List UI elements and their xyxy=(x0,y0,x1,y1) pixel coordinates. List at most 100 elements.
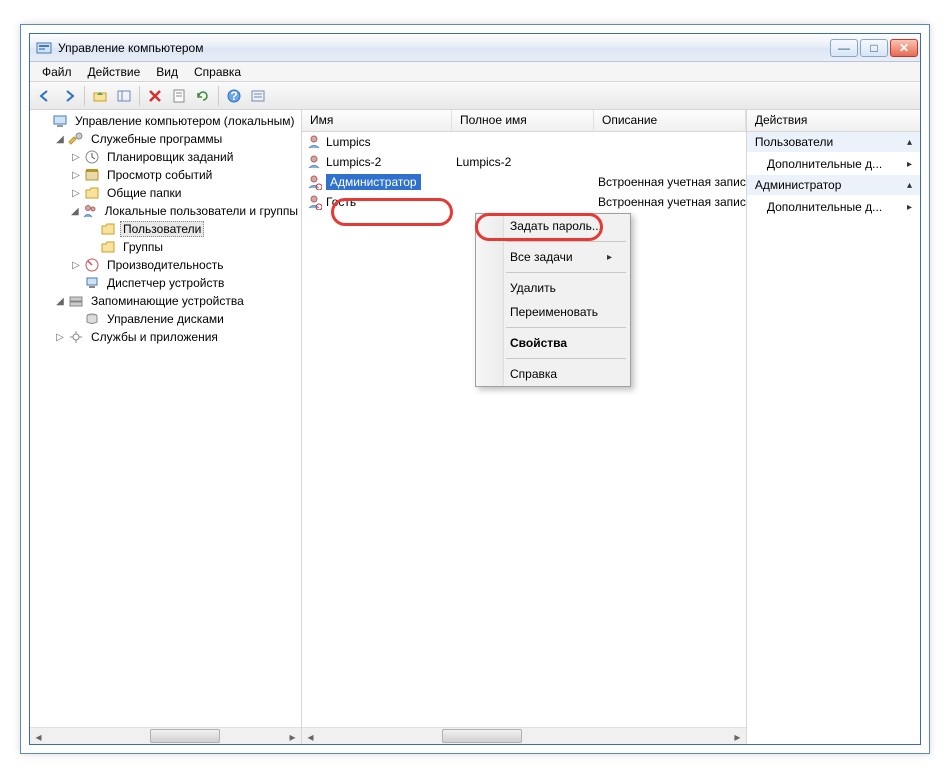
scroll-left-icon[interactable]: ◂ xyxy=(30,728,47,745)
chevron-right-icon: ▸ xyxy=(907,159,912,170)
arrow-right-icon xyxy=(61,88,77,104)
properties-icon xyxy=(171,88,187,104)
list-row[interactable]: Lumpics-2 Lumpics-2 xyxy=(302,152,746,172)
list-row-selected[interactable]: Администратор Встроенная учетная запис xyxy=(302,172,746,192)
tree-sharedfolders[interactable]: ▷Общие папки xyxy=(32,184,301,202)
chevron-right-icon: ▸ xyxy=(907,202,912,213)
services-icon xyxy=(68,329,84,345)
column-name[interactable]: Имя xyxy=(302,110,452,131)
properties-button[interactable] xyxy=(168,85,190,107)
back-button[interactable] xyxy=(34,85,56,107)
disk-icon xyxy=(84,311,100,327)
scroll-right-icon[interactable]: ▸ xyxy=(284,728,301,745)
window-buttons: — □ ✕ xyxy=(830,39,920,57)
body: Управление компьютером (локальным) ◢Служ… xyxy=(30,110,920,744)
cm-rename[interactable]: Переименовать xyxy=(476,300,630,324)
cm-delete[interactable]: Удалить xyxy=(476,276,630,300)
performance-icon xyxy=(84,257,100,273)
delete-x-icon xyxy=(147,88,163,104)
context-menu: Задать пароль... Все задачи▸ Удалить Пер… xyxy=(475,213,631,387)
cm-label: Все задачи xyxy=(510,250,573,264)
tree-performance[interactable]: ▷Производительность xyxy=(32,256,301,274)
help-button[interactable]: ? xyxy=(223,85,245,107)
collapse-icon[interactable]: ▴ xyxy=(907,180,912,191)
column-description[interactable]: Описание xyxy=(594,110,746,131)
minimize-button[interactable]: — xyxy=(830,39,858,57)
window: Управление компьютером — □ ✕ Файл Действ… xyxy=(29,33,921,745)
action-label: Дополнительные д... xyxy=(767,157,882,171)
user-disabled-icon xyxy=(306,174,322,190)
folder-icon xyxy=(100,239,116,255)
tree-scheduler[interactable]: ▷Планировщик заданий xyxy=(32,148,301,166)
toolbar-separator xyxy=(139,86,140,106)
menu-action[interactable]: Действие xyxy=(80,63,149,81)
refresh-button[interactable] xyxy=(192,85,214,107)
maximize-button[interactable]: □ xyxy=(860,39,888,57)
tree-eventviewer[interactable]: ▷Просмотр событий xyxy=(32,166,301,184)
list-row[interactable]: Гость Встроенная учетная запис xyxy=(302,192,746,212)
tree-diskmgmt[interactable]: Управление дисками xyxy=(32,310,301,328)
tools-icon xyxy=(68,131,84,147)
tree-users[interactable]: Пользователи xyxy=(32,220,301,238)
action-section-label: Пользователи xyxy=(755,135,833,149)
tree-devmgr[interactable]: Диспетчер устройств xyxy=(32,274,301,292)
window-title: Управление компьютером xyxy=(58,41,830,55)
cm-label: Свойства xyxy=(510,336,567,350)
menu-view[interactable]: Вид xyxy=(148,63,186,81)
column-fullname[interactable]: Полное имя xyxy=(452,110,594,131)
action-more-1[interactable]: Дополнительные д... ▸ xyxy=(747,153,920,175)
titlebar[interactable]: Управление компьютером — □ ✕ xyxy=(30,34,920,62)
tree-utilities[interactable]: ◢Служебные программы xyxy=(32,130,301,148)
cm-properties[interactable]: Свойства xyxy=(476,331,630,355)
cm-label: Переименовать xyxy=(510,305,598,319)
folder-up-icon xyxy=(92,88,108,104)
cm-separator xyxy=(506,327,626,328)
scroll-left-icon[interactable]: ◂ xyxy=(302,728,319,745)
tree[interactable]: Управление компьютером (локальным) ◢Служ… xyxy=(30,110,301,727)
cm-help[interactable]: Справка xyxy=(476,362,630,386)
up-button[interactable] xyxy=(89,85,111,107)
tree-localusers[interactable]: ◢Локальные пользователи и группы xyxy=(32,202,301,220)
collapse-icon[interactable]: ▴ xyxy=(907,137,912,148)
cm-label: Задать пароль... xyxy=(510,219,602,233)
toolbar: ? xyxy=(30,82,920,110)
action-more-2[interactable]: Дополнительные д... ▸ xyxy=(747,196,920,218)
storage-icon xyxy=(68,293,84,309)
device-icon xyxy=(84,275,100,291)
list-hscrollbar[interactable]: ◂ ▸ xyxy=(302,727,746,744)
outer-frame: Управление компьютером — □ ✕ Файл Действ… xyxy=(20,24,930,754)
delete-button[interactable] xyxy=(144,85,166,107)
toolbar-separator xyxy=(218,86,219,106)
cm-separator xyxy=(506,241,626,242)
menu-file[interactable]: Файл xyxy=(34,63,80,81)
export-button[interactable] xyxy=(247,85,269,107)
show-hide-tree-button[interactable] xyxy=(113,85,135,107)
close-icon: ✕ xyxy=(899,41,909,55)
panes-icon xyxy=(116,88,132,104)
cm-all-tasks[interactable]: Все задачи▸ xyxy=(476,245,630,269)
tree-storage[interactable]: ◢Запоминающие устройства xyxy=(32,292,301,310)
menubar: Файл Действие Вид Справка xyxy=(30,62,920,82)
tree-services[interactable]: ▷Службы и приложения xyxy=(32,328,301,346)
actions-section-admin[interactable]: Администратор ▴ xyxy=(747,175,920,196)
user-disabled-icon xyxy=(306,194,322,210)
cm-set-password[interactable]: Задать пароль... xyxy=(476,214,630,238)
menu-help[interactable]: Справка xyxy=(186,63,249,81)
scroll-thumb[interactable] xyxy=(442,729,522,743)
list-row[interactable]: Lumpics xyxy=(302,132,746,152)
close-button[interactable]: ✕ xyxy=(890,39,918,57)
minimize-icon: — xyxy=(838,41,850,55)
actions-title: Действия xyxy=(747,110,920,132)
action-label: Дополнительные д... xyxy=(767,200,882,214)
tree-hscrollbar[interactable]: ◂ ▸ xyxy=(30,727,301,744)
forward-button[interactable] xyxy=(58,85,80,107)
scroll-thumb[interactable] xyxy=(150,729,220,743)
shared-folder-icon xyxy=(84,185,100,201)
tree-groups[interactable]: Группы xyxy=(32,238,301,256)
scroll-right-icon[interactable]: ▸ xyxy=(729,728,746,745)
svg-text:?: ? xyxy=(230,89,237,103)
actions-section-users[interactable]: Пользователи ▴ xyxy=(747,132,920,153)
tree-root[interactable]: Управление компьютером (локальным) xyxy=(32,112,301,130)
clock-icon xyxy=(84,149,100,165)
actions-pane: Действия Пользователи ▴ Дополнительные д… xyxy=(747,110,920,744)
